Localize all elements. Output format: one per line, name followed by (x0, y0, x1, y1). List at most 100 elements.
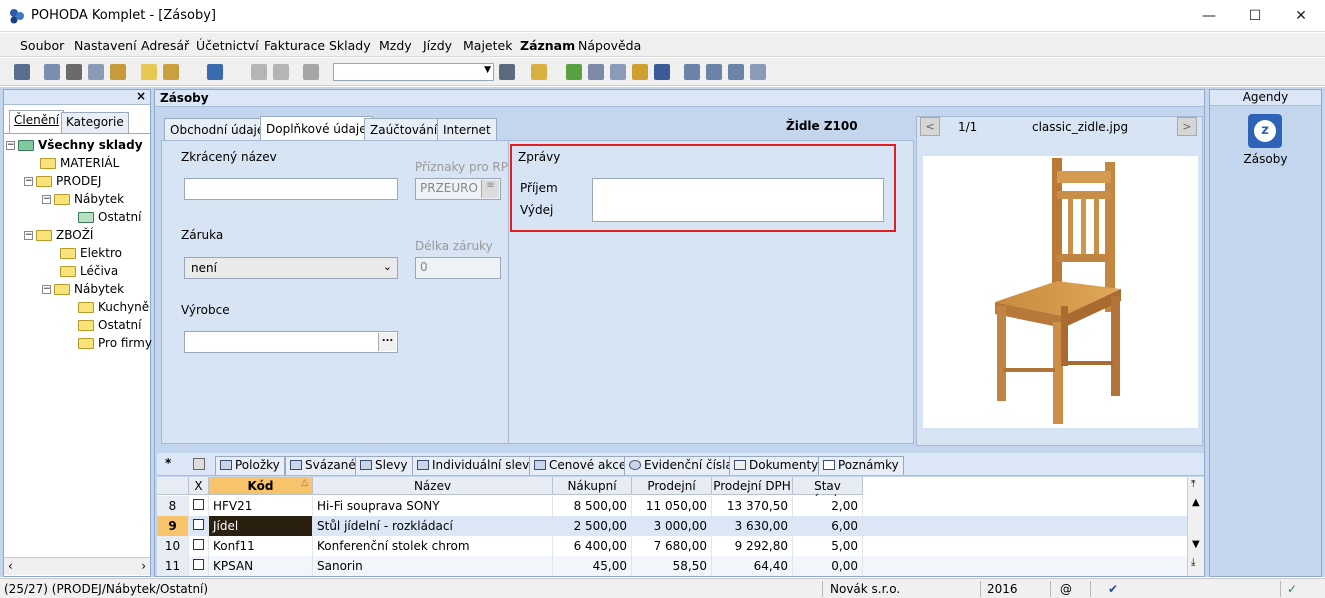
print-icon[interactable] (66, 64, 82, 80)
row-checkbox[interactable] (189, 556, 209, 576)
tree-item-elektro[interactable]: Elektro (60, 246, 122, 260)
prev-image-button[interactable]: < (920, 117, 940, 136)
image-filename: classic_zidle.jpg (1032, 120, 1129, 134)
check-icon[interactable]: ✔ (1108, 582, 1118, 596)
tree-item-nabytek[interactable]: − Nábytek (42, 192, 124, 206)
column-header-prodejni[interactable]: Prodejní (632, 477, 712, 495)
menu-jizdy[interactable]: Jízdy (423, 38, 452, 53)
tab-kategorie[interactable]: Kategorie (61, 112, 129, 133)
tab-evidencni-cisla[interactable]: Evidenční čísla (624, 456, 738, 475)
menu-fakturace[interactable]: Fakturace (264, 38, 325, 53)
browse-button[interactable]: ... (378, 333, 396, 351)
tab-internet[interactable]: Internet (437, 118, 497, 140)
row-checkbox[interactable] (189, 496, 209, 516)
chevron-down-icon[interactable]: ⌄ (383, 260, 392, 273)
column-header-stav-zasoby[interactable]: Stav zásoby (793, 477, 863, 507)
cell-sell-vat: 3 630,00 (712, 516, 793, 536)
scroll-down-icon[interactable]: ▼ (1192, 539, 1200, 550)
menu-majetek[interactable]: Majetek (463, 38, 512, 53)
column-header-nakupni[interactable]: Nákupní (553, 477, 632, 495)
menu-zaznam[interactable]: Záznam (520, 38, 575, 53)
save-icon[interactable] (44, 64, 60, 80)
vertical-scrollbar[interactable]: ⤒ ▲ ▼ ⤓ (1187, 477, 1204, 576)
tab-individualni-slevy[interactable]: Individuální slevy (412, 456, 542, 475)
chevron-down-icon[interactable]: ▼ (484, 65, 491, 75)
exit-icon[interactable] (14, 64, 30, 80)
horizontal-scrollbar[interactable]: ‹ › (4, 557, 150, 575)
filter-icon[interactable] (193, 458, 205, 470)
minimize-button[interactable]: — (1186, 0, 1232, 32)
quick-search-input[interactable]: ▼ (333, 63, 494, 81)
tree-item-ostatni-2[interactable]: Ostatní (78, 318, 141, 332)
list-icon[interactable] (684, 64, 700, 80)
iban-icon[interactable] (654, 64, 670, 80)
menu-nastaveni[interactable]: Nastavení (74, 38, 137, 53)
folder-icon (54, 193, 70, 205)
agenda-item-zasoby[interactable]: Zásoby (1210, 152, 1321, 166)
messages-textarea[interactable] (592, 178, 884, 222)
scroll-top-icon[interactable]: ⤒ (1191, 479, 1195, 490)
tab-zauctovani[interactable]: Zaúčtování (364, 118, 444, 140)
tree-item-leciva[interactable]: Léčiva (60, 264, 118, 278)
folder-icon[interactable] (531, 64, 547, 80)
messages-title: Zprávy (518, 150, 561, 164)
print-preview-icon[interactable] (88, 64, 104, 80)
tree-item-prodej[interactable]: − PRODEJ (24, 174, 101, 188)
menu-adresar[interactable]: Adresář (141, 38, 189, 53)
next-image-button[interactable]: > (1177, 117, 1197, 136)
export-icon[interactable] (110, 64, 126, 80)
tree-root[interactable]: − Všechny sklady (6, 138, 143, 152)
scroll-right-icon[interactable]: › (141, 559, 146, 573)
close-button[interactable]: ✕ (1278, 0, 1324, 32)
copy-icon[interactable] (303, 64, 319, 80)
menu-ucetnictvi[interactable]: Účetnictví (196, 38, 259, 53)
tree-item-ostatni[interactable]: Ostatní (78, 210, 141, 224)
tab-polozky[interactable]: Položky (215, 456, 285, 475)
menu-soubor[interactable]: Soubor (20, 38, 64, 53)
warranty-select[interactable]: není ⌄ (184, 257, 398, 279)
document-icon[interactable] (706, 64, 722, 80)
new-row-icon[interactable]: * (165, 456, 171, 470)
menu-napoveda[interactable]: Nápověda (578, 38, 641, 53)
column-header-x[interactable]: X (189, 477, 209, 495)
back-arrow-icon[interactable] (207, 64, 223, 80)
row-checkbox[interactable] (189, 516, 209, 536)
edit-icon[interactable] (163, 64, 179, 80)
column-header-nazev[interactable]: Název (313, 477, 553, 495)
help-icon[interactable] (750, 64, 766, 80)
close-panel-icon[interactable]: × (136, 89, 146, 103)
zasoby-agenda-icon[interactable]: z (1248, 114, 1282, 148)
tab-poznamky[interactable]: Poznámky (818, 456, 904, 475)
tree-item-pro-firmy[interactable]: Pro firmy (78, 336, 152, 350)
maximize-button[interactable]: ☐ (1232, 0, 1278, 32)
scroll-bottom-icon[interactable]: ⤓ (1191, 557, 1195, 568)
tab-cleneni[interactable]: Členění (9, 110, 65, 133)
column-header-kod[interactable]: Kód △ (209, 477, 313, 495)
manufacturer-input[interactable]: ... (184, 331, 398, 353)
scroll-up-icon[interactable]: ▲ (1192, 497, 1200, 508)
short-name-input[interactable] (184, 178, 398, 200)
money-icon[interactable] (566, 64, 582, 80)
tab-cenove-akce[interactable]: Cenové akce (529, 456, 632, 475)
filter-icon[interactable] (499, 64, 515, 80)
new-record-icon[interactable] (141, 64, 157, 80)
tab-doplnkove-udaje[interactable]: Doplňkové údaje (260, 116, 373, 141)
tree-item-kuchyne[interactable]: Kuchyně (78, 300, 149, 314)
menu-sklady[interactable]: Sklady (329, 38, 371, 53)
tab-svazane[interactable]: Svázané (285, 456, 361, 475)
tab-obchodni-udaje[interactable]: Obchodní údaje (164, 118, 271, 140)
coins-icon[interactable] (632, 64, 648, 80)
comment-icon[interactable] (728, 64, 744, 80)
menu-mzdy[interactable]: Mzdy (379, 38, 412, 53)
tree-item-material[interactable]: MATERIÁL (40, 156, 119, 170)
tab-slevy[interactable]: Slevy (355, 456, 413, 475)
cell-code[interactable]: Jídel (209, 516, 313, 536)
table-icon[interactable] (610, 64, 626, 80)
row-checkbox[interactable] (189, 536, 209, 556)
calculator-icon[interactable] (588, 64, 604, 80)
tab-dokumenty[interactable]: Dokumenty (729, 456, 824, 475)
column-header-prodejni-dph[interactable]: Prodejní DPH (712, 477, 793, 495)
scroll-left-icon[interactable]: ‹ (8, 559, 13, 573)
tree-item-zbozi[interactable]: − ZBOŽÍ (24, 228, 93, 242)
tree-item-nabytek-2[interactable]: − Nábytek (42, 282, 124, 296)
